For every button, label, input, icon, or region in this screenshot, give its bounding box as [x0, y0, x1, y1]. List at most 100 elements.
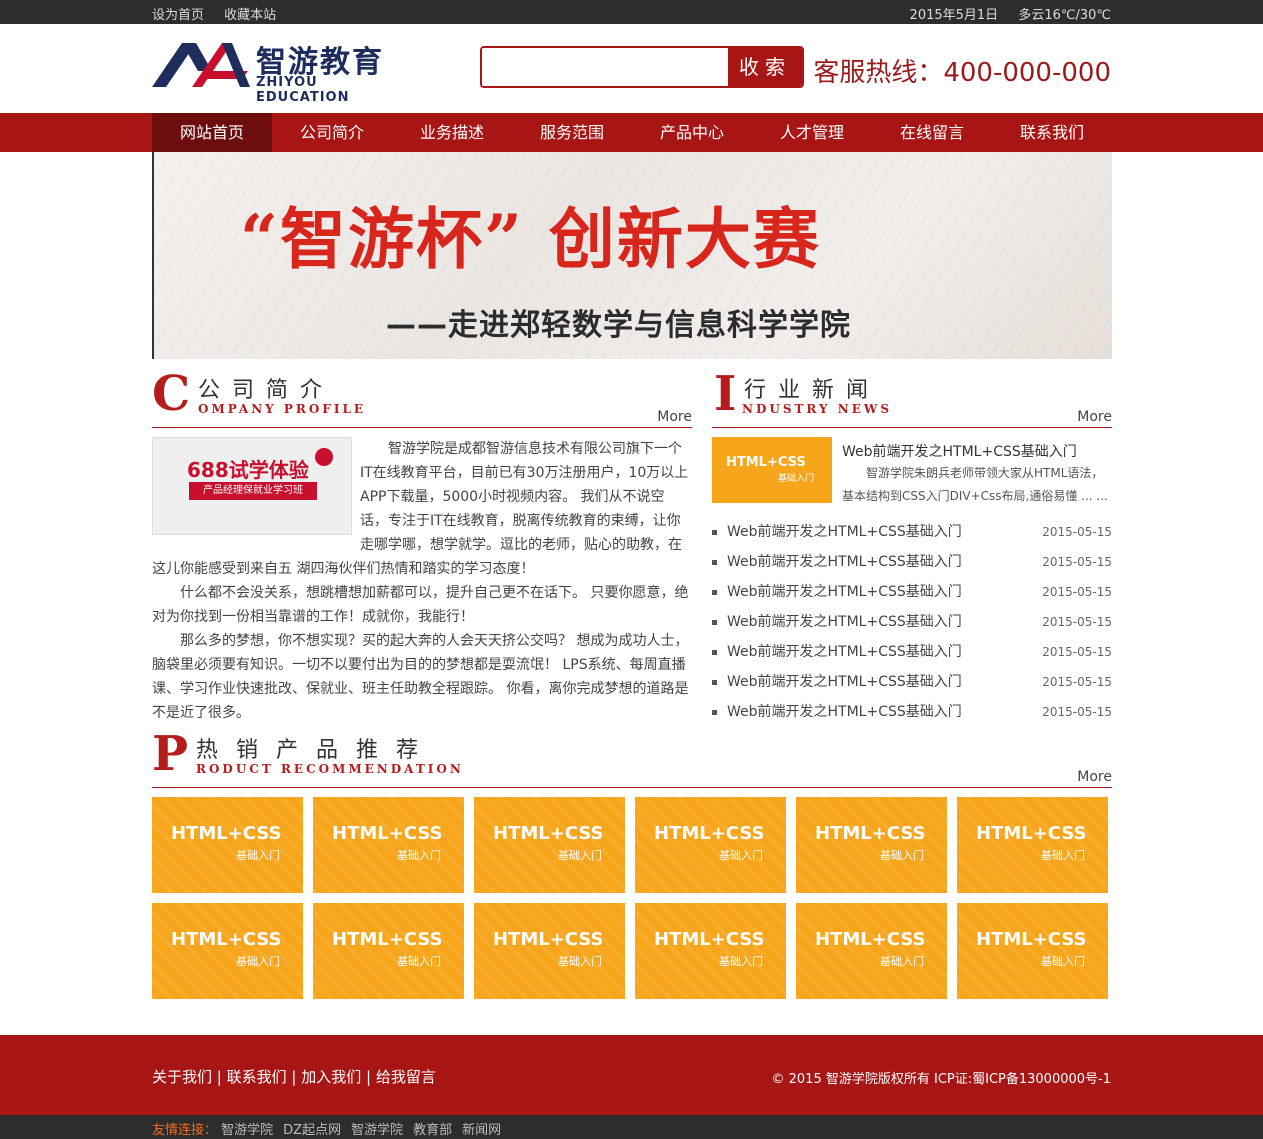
company-image-badge — [315, 448, 333, 466]
top-bar: 设为首页 收藏本站 2015年5月1日 多云16℃/30℃ — [0, 0, 1263, 24]
search-button[interactable]: 收索 — [728, 48, 802, 86]
product-card-pattern — [796, 797, 947, 893]
news-item-title[interactable]: Web前端开发之HTML+CSS基础入门 — [727, 524, 962, 540]
product-card[interactable]: HTML+CSS 基础入门 — [796, 797, 947, 893]
product-card-title: HTML+CSS — [493, 929, 604, 950]
nav-item[interactable]: 业务描述 — [392, 113, 512, 152]
nav-item[interactable]: 人才管理 — [752, 113, 872, 152]
news-feature-desc: 智游学院朱朗兵老师带领大家从HTML语法，基本结构到CSS入门DIV+Css布局… — [842, 466, 1108, 503]
footer-link-separator: | — [286, 1068, 302, 1086]
company-title-letter: C — [152, 366, 191, 422]
product-card-subtitle: 基础入门 — [558, 955, 602, 968]
news-feature-image-line1: HTML+CSS — [726, 455, 806, 470]
news-list-item[interactable]: Web前端开发之HTML+CSS基础入门 2015-05-15 — [712, 699, 1112, 729]
set-home-link[interactable]: 设为首页 — [152, 8, 204, 23]
date-text: 2015年5月1日 — [909, 8, 999, 23]
company-paragraph: 什么都不会没关系，想跳槽想加薪都可以，提升自己更不在话下。 只要你愿意，绝对为你… — [152, 585, 689, 625]
footer-link[interactable]: 关于我们 — [152, 1068, 212, 1086]
product-card[interactable]: HTML+CSS 基础入门 — [635, 903, 786, 999]
company-paragraph: 那么多的梦想，你不想实现？买的起大奔的人会天天挤公交吗？ 想成为成功人士，脑袋里… — [152, 633, 689, 721]
footer-link[interactable]: 联系我们 — [227, 1068, 287, 1086]
company-more-link[interactable]: More — [657, 409, 692, 425]
product-card-pattern — [313, 797, 464, 893]
company-section-title: C 公司简介 OMPANY PROFILE More — [152, 368, 692, 428]
footer-links: 关于我们 | 联系我们 | 加入我们 | 给我留言 — [152, 1066, 436, 1087]
product-card-subtitle: 基础入门 — [1041, 955, 1085, 968]
product-card[interactable]: HTML+CSS 基础入门 — [474, 903, 625, 999]
news-item-title[interactable]: Web前端开发之HTML+CSS基础入门 — [727, 674, 962, 690]
news-list-item[interactable]: Web前端开发之HTML+CSS基础入门 2015-05-15 — [712, 669, 1112, 699]
news-item-title[interactable]: Web前端开发之HTML+CSS基础入门 — [727, 704, 962, 720]
friend-links-bar: 友情连接： 智游学院 DZ起点网 智游学院 教育部 新闻网 — [0, 1115, 1263, 1139]
bookmark-link[interactable]: 收藏本站 — [224, 8, 276, 23]
footer-link[interactable]: 给我留言 — [376, 1068, 436, 1086]
news-more-link[interactable]: More — [1077, 409, 1112, 425]
news-item-date: 2015-05-15 — [1042, 675, 1112, 689]
news-feature-image[interactable]: HTML+CSS 基础入门 — [712, 437, 832, 503]
nav-item[interactable]: 公司简介 — [272, 113, 392, 152]
logo-text-en: ZHIYOU EDUCATION — [256, 75, 350, 105]
friend-link[interactable]: 智游学院 — [351, 1123, 403, 1138]
main-nav: 网站首页 公司简介 业务描述 服务范围 产品中心 人才管理 在线留言 联系我们 — [0, 113, 1263, 152]
search-box: 收索 — [480, 46, 804, 88]
product-card[interactable]: HTML+CSS 基础入门 — [635, 797, 786, 893]
friend-link[interactable]: DZ起点网 — [283, 1123, 341, 1138]
news-section-title: I 行业新闻 NDUSTRY NEWS More — [712, 368, 1112, 428]
news-title-letter: I — [714, 366, 737, 422]
nav-item[interactable]: 在线留言 — [872, 113, 992, 152]
nav-item[interactable]: 网站首页 — [152, 113, 272, 152]
logo-mark-icon — [152, 43, 250, 87]
product-card[interactable]: HTML+CSS 基础入门 — [152, 903, 303, 999]
news-list-item[interactable]: Web前端开发之HTML+CSS基础入门 2015-05-15 — [712, 609, 1112, 639]
nav-item[interactable]: 产品中心 — [632, 113, 752, 152]
hotline-text: 客服热线：400-000-000 — [813, 58, 1111, 88]
company-image: 688试学体验 产品经理保就业学习班 — [152, 437, 352, 535]
product-card[interactable]: HTML+CSS 基础入门 — [313, 903, 464, 999]
news-feature-title[interactable]: Web前端开发之HTML+CSS基础入门 — [842, 441, 1077, 461]
footer: 关于我们 | 联系我们 | 加入我们 | 给我留言 © 2015 智游学院版权所… — [0, 1035, 1263, 1115]
product-card-subtitle: 基础入门 — [397, 955, 441, 968]
product-card-title: HTML+CSS — [332, 929, 443, 950]
news-item-title[interactable]: Web前端开发之HTML+CSS基础入门 — [727, 614, 962, 630]
friend-link[interactable]: 新闻网 — [462, 1123, 501, 1138]
footer-link-separator: | — [361, 1068, 376, 1086]
footer-copyright: © 2015 智游学院版权所有 ICP证:蜀ICP备13000000号-1 — [771, 1072, 1112, 1087]
product-card-subtitle: 基础入门 — [719, 955, 763, 968]
news-item-title[interactable]: Web前端开发之HTML+CSS基础入门 — [727, 584, 962, 600]
product-card[interactable]: HTML+CSS 基础入门 — [957, 903, 1108, 999]
product-card-subtitle: 基础入门 — [880, 849, 924, 862]
product-card-subtitle: 基础入门 — [397, 849, 441, 862]
news-item-date: 2015-05-15 — [1042, 585, 1112, 599]
product-card-pattern — [796, 903, 947, 999]
banner-subline: ——走进郑轻数学与信息科学学院 — [386, 308, 851, 343]
banner[interactable]: “智游杯” 创新大赛 ——走进郑轻数学与信息科学学院 — [152, 152, 1112, 359]
friend-link[interactable]: 教育部 — [413, 1123, 452, 1138]
weather-text: 多云16℃/30℃ — [1018, 8, 1111, 23]
product-card[interactable]: HTML+CSS 基础入门 — [313, 797, 464, 893]
nav-item[interactable]: 服务范围 — [512, 113, 632, 152]
news-list-item[interactable]: Web前端开发之HTML+CSS基础入门 2015-05-15 — [712, 579, 1112, 609]
product-card-subtitle: 基础入门 — [880, 955, 924, 968]
news-item-title[interactable]: Web前端开发之HTML+CSS基础入门 — [727, 644, 962, 660]
product-card-pattern — [474, 797, 625, 893]
product-card[interactable]: HTML+CSS 基础入门 — [152, 797, 303, 893]
news-item-title[interactable]: Web前端开发之HTML+CSS基础入门 — [727, 554, 962, 570]
header: 智游教育 ZHIYOU EDUCATION 收索 客服热线：400-000-00… — [0, 24, 1263, 113]
top-bar-right: 2015年5月1日 多云16℃/30℃ — [894, 4, 1111, 23]
news-list-item[interactable]: Web前端开发之HTML+CSS基础入门 2015-05-15 — [712, 639, 1112, 669]
product-card[interactable]: HTML+CSS 基础入门 — [957, 797, 1108, 893]
search-input[interactable] — [482, 48, 730, 86]
product-card-subtitle: 基础入门 — [1041, 849, 1085, 862]
friend-link[interactable]: 智游学院 — [221, 1123, 273, 1138]
product-card[interactable]: HTML+CSS 基础入门 — [796, 903, 947, 999]
news-list-item[interactable]: Web前端开发之HTML+CSS基础入门 2015-05-15 — [712, 549, 1112, 579]
footer-link[interactable]: 加入我们 — [301, 1068, 361, 1086]
news-title-cn: 行业新闻 — [744, 378, 881, 403]
logo[interactable]: 智游教育 ZHIYOU EDUCATION — [152, 37, 397, 105]
products-more-link[interactable]: More — [1077, 769, 1112, 785]
product-card-subtitle: 基础入门 — [558, 849, 602, 862]
news-list-item[interactable]: Web前端开发之HTML+CSS基础入门 2015-05-15 — [712, 519, 1112, 549]
nav-item[interactable]: 联系我们 — [992, 113, 1112, 152]
product-card[interactable]: HTML+CSS 基础入门 — [474, 797, 625, 893]
banner-headline: “智游杯” 创新大赛 — [240, 200, 821, 278]
